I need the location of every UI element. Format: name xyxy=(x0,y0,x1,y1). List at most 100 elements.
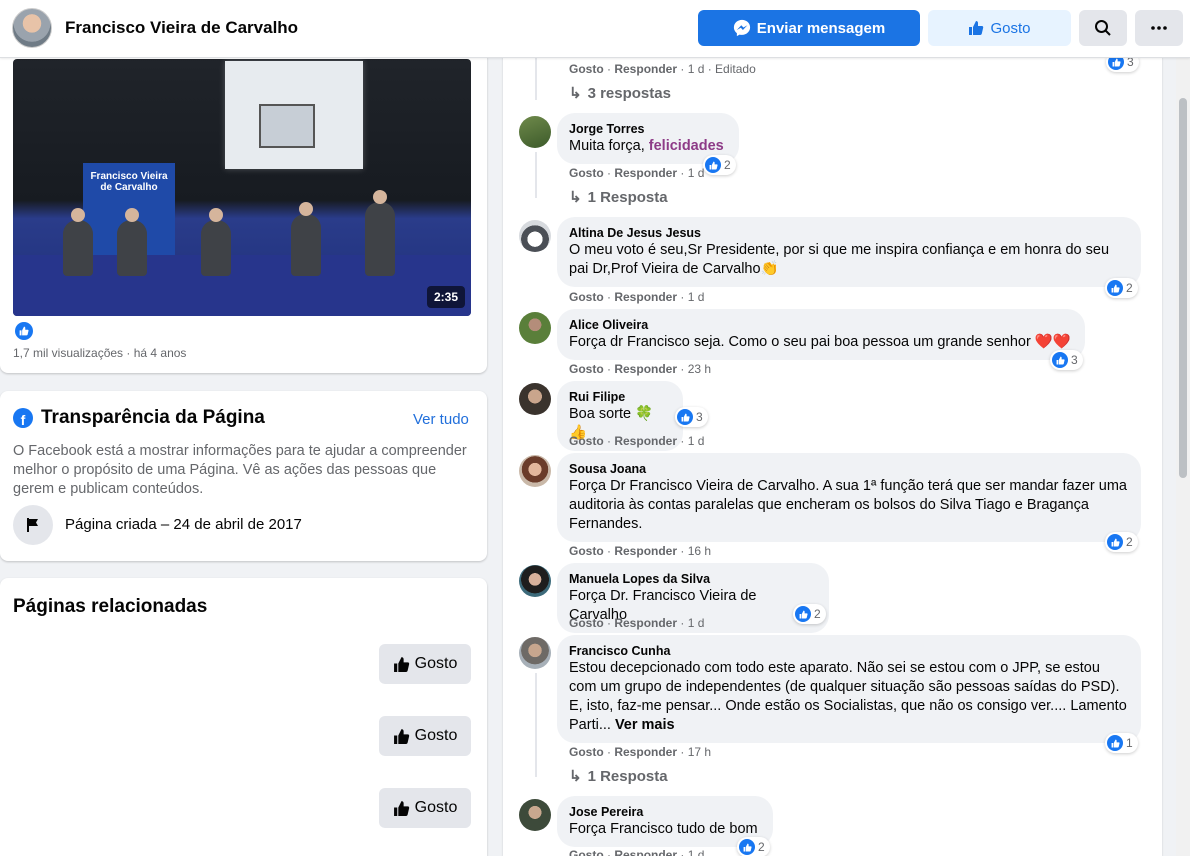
like-reaction-icon[interactable] xyxy=(15,322,33,340)
reaction-count[interactable]: 2 xyxy=(1105,532,1138,552)
commenter-name[interactable]: Francisco Cunha xyxy=(569,643,1129,659)
page-header: Francisco Vieira de Carvalho Enviar mens… xyxy=(0,0,1190,58)
commenter-avatar[interactable] xyxy=(519,383,551,415)
like-link[interactable]: Gosto xyxy=(569,848,604,856)
commenter-name[interactable]: Altina De Jesus Jesus xyxy=(569,225,1129,241)
reply-link[interactable]: Responder xyxy=(614,290,677,304)
reaction-count[interactable]: 3 xyxy=(675,407,708,427)
commenter-name[interactable]: Rui Filipe xyxy=(569,389,671,405)
video-duration: 2:35 xyxy=(426,286,465,308)
reply-link[interactable]: Responder xyxy=(614,362,677,376)
reply-link[interactable]: Responder xyxy=(614,745,677,759)
send-message-button[interactable]: Enviar mensagem xyxy=(698,10,920,46)
view-replies-link[interactable]: ↳ 1 Resposta xyxy=(569,188,668,207)
like-related-page-button[interactable]: Gosto xyxy=(379,716,471,756)
page-created-date: Página criada – 24 de abril de 2017 xyxy=(65,516,302,533)
comment-meta: Gosto · Responder · 1 d xyxy=(569,848,704,856)
commenter-name[interactable]: Jose Pereira xyxy=(569,804,761,820)
comment-bubble: Alice Oliveira Força dr Francisco seja. … xyxy=(557,309,1085,360)
thread-line xyxy=(535,673,537,777)
like-link[interactable]: Gosto xyxy=(569,62,604,76)
reaction-count[interactable]: 2 xyxy=(703,155,736,175)
like-link[interactable]: Gosto xyxy=(569,434,604,448)
reply-arrow-icon: ↳ xyxy=(569,85,582,102)
commenter-name[interactable]: Sousa Joana xyxy=(569,461,1129,477)
page-avatar[interactable] xyxy=(12,8,52,48)
like-link[interactable]: Gosto xyxy=(569,616,604,630)
like-label: Gosto xyxy=(414,655,458,672)
comment-meta: Gosto · Responder · 1 d xyxy=(569,290,705,304)
like-related-page-button[interactable]: Gosto xyxy=(379,644,471,684)
comment-text: Força dr Francisco seja. Como o seu pai … xyxy=(569,334,1071,350)
comment-text: O meu voto é seu,Sr Presidente, por si q… xyxy=(569,242,1110,277)
person xyxy=(117,208,147,276)
page-name[interactable]: Francisco Vieira de Carvalho xyxy=(65,18,298,38)
view-replies-link[interactable]: ↳ 1 Resposta xyxy=(569,767,668,786)
scrollbar-thumb[interactable] xyxy=(1179,98,1187,478)
more-options-button[interactable] xyxy=(1135,10,1183,46)
comment-highlight-link[interactable]: felicidades xyxy=(649,138,724,154)
commenter-name[interactable]: Manuela Lopes da Silva xyxy=(569,571,817,587)
thumbs-up-icon xyxy=(393,728,409,744)
like-reaction-icon xyxy=(705,157,721,173)
reaction-count[interactable]: 3 xyxy=(1050,350,1083,370)
person xyxy=(63,208,93,276)
person xyxy=(291,202,321,276)
transparency-description: O Facebook está a mostrar informações pa… xyxy=(13,443,467,497)
like-page-label: Gosto xyxy=(990,19,1031,37)
like-link[interactable]: Gosto xyxy=(569,362,604,376)
thread-line xyxy=(535,152,537,198)
comment-bubble: Francisco Cunha Estou decepcionado com t… xyxy=(557,635,1141,743)
reaction-number: 2 xyxy=(758,840,765,854)
reply-link[interactable]: Responder xyxy=(614,166,677,180)
reply-link[interactable]: Responder xyxy=(614,544,677,558)
like-link[interactable]: Gosto xyxy=(569,166,604,180)
commenter-name[interactable]: Jorge Torres xyxy=(569,121,727,137)
person xyxy=(365,190,395,276)
view-replies-link[interactable]: ↳ 3 respostas xyxy=(569,84,671,103)
reaction-number: 2 xyxy=(1126,535,1133,549)
person xyxy=(201,208,231,276)
reaction-count[interactable]: 2 xyxy=(1105,278,1138,298)
scrollbar[interactable] xyxy=(1176,58,1190,856)
comment-time: · 1 d · Editado xyxy=(677,62,756,76)
comment-meta: Gosto · Responder · 17 h xyxy=(569,745,712,759)
reaction-count[interactable]: 2 xyxy=(737,837,770,856)
reply-link[interactable]: Responder xyxy=(614,62,677,76)
reaction-number: 2 xyxy=(814,607,821,621)
commenter-avatar[interactable] xyxy=(519,799,551,831)
replies-label: 1 Resposta xyxy=(587,767,668,785)
comment-meta: Gosto · Responder · 16 h xyxy=(569,544,712,558)
reply-link[interactable]: Responder xyxy=(614,848,677,856)
commenter-avatar[interactable] xyxy=(519,637,551,669)
like-related-page-button[interactable]: Gosto xyxy=(379,788,471,828)
commenter-avatar[interactable] xyxy=(519,220,551,252)
commenter-name[interactable]: Alice Oliveira xyxy=(569,317,1073,333)
commenter-avatar[interactable] xyxy=(519,565,551,597)
video-thumbnail[interactable]: Francisco Vieira de Carvalho 2:35 xyxy=(13,59,471,316)
like-page-button[interactable]: Gosto xyxy=(928,10,1071,46)
comments-feed: 3 Gosto · Responder · 1 d · Editado ↳ 3 r… xyxy=(503,40,1162,856)
commenter-avatar[interactable] xyxy=(519,116,551,148)
transparency-title: Transparência da Página xyxy=(41,407,265,428)
video-card: Francisco Vieira de Carvalho 2:35 1,7 mi… xyxy=(0,40,487,373)
replies-label: 1 Resposta xyxy=(587,188,668,206)
thumbs-up-icon xyxy=(969,21,984,35)
commenter-avatar[interactable] xyxy=(519,312,551,344)
comment-time: · 17 h xyxy=(677,745,712,759)
see-more-link[interactable]: Ver mais xyxy=(615,717,675,733)
reply-link[interactable]: Responder xyxy=(614,616,677,630)
like-link[interactable]: Gosto xyxy=(569,745,604,759)
search-button[interactable] xyxy=(1079,10,1127,46)
reaction-count[interactable]: 2 xyxy=(793,604,826,624)
comment-text: Força Dr Francisco Vieira de Carvalho. A… xyxy=(569,478,1127,532)
see-all-link[interactable]: Ver tudo xyxy=(413,411,469,428)
reply-link[interactable]: Responder xyxy=(614,434,677,448)
comment-time: · 1 d xyxy=(677,434,705,448)
comment-time: · 23 h xyxy=(677,362,712,376)
reaction-count[interactable]: 1 xyxy=(1105,733,1138,753)
commenter-avatar[interactable] xyxy=(519,455,551,487)
search-icon xyxy=(1095,20,1111,36)
like-link[interactable]: Gosto xyxy=(569,290,604,304)
like-link[interactable]: Gosto xyxy=(569,544,604,558)
